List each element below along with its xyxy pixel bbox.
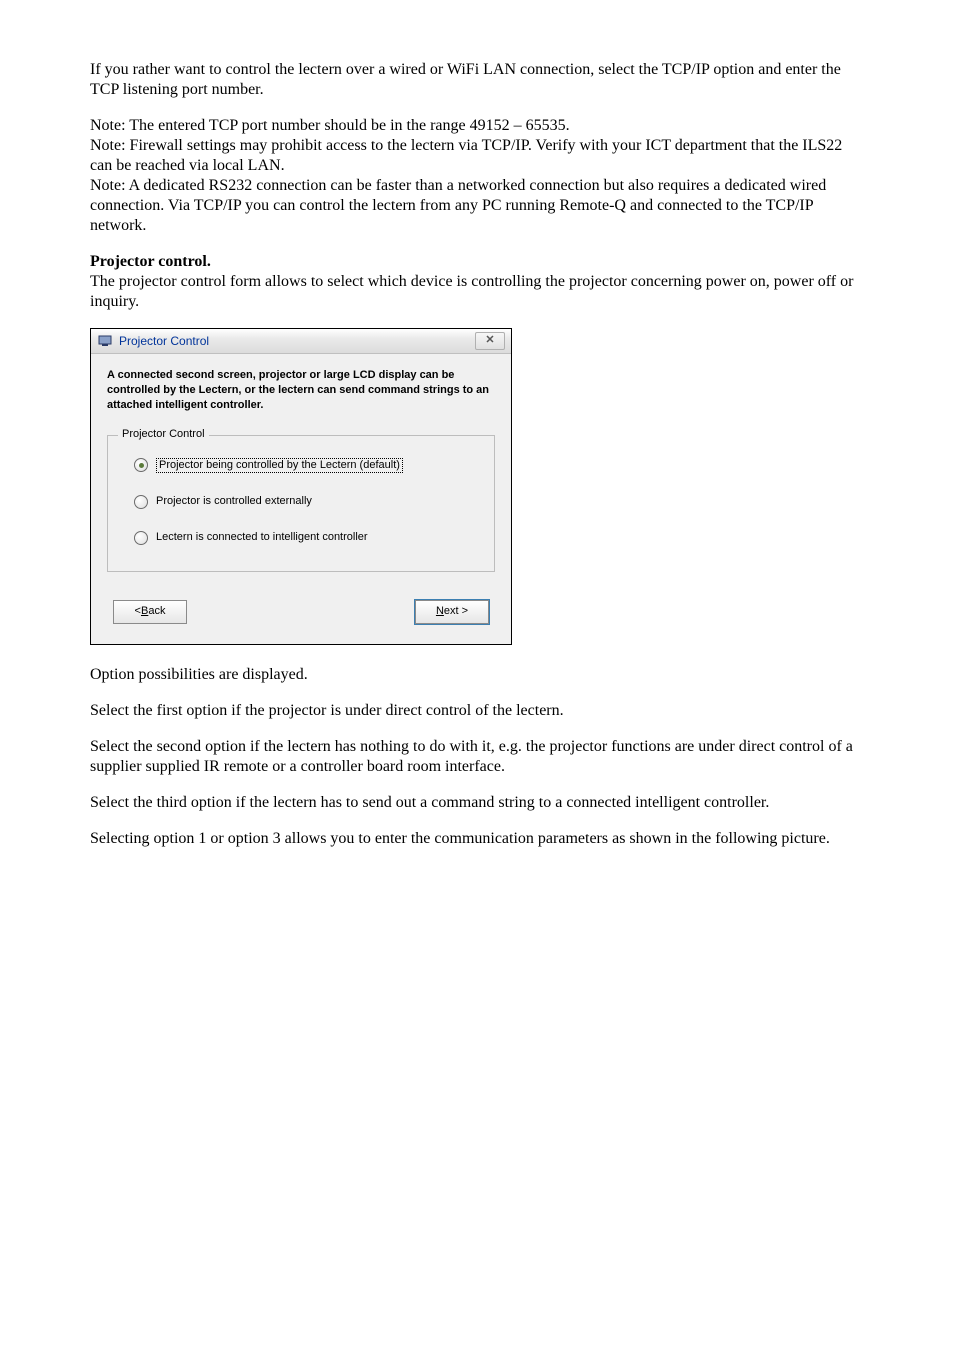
note-line: Note: A dedicated RS232 connection can b…	[90, 176, 864, 236]
paragraph: Select the first option if the projector…	[90, 701, 864, 721]
mnemonic: B	[141, 605, 148, 619]
radio-label: Lectern is connected to intelligent cont…	[156, 531, 368, 545]
radio-option-controlled-externally[interactable]: Projector is controlled externally	[134, 495, 476, 509]
radio-option-intelligent-controller[interactable]: Lectern is connected to intelligent cont…	[134, 531, 476, 545]
note-line: Note: The entered TCP port number should…	[90, 116, 864, 136]
radio-indicator-icon	[134, 531, 148, 545]
paragraph: Selecting option 1 or option 3 allows yo…	[90, 829, 864, 849]
dialog-title: Projector Control	[119, 334, 209, 349]
mnemonic: N	[436, 605, 444, 619]
back-button[interactable]: < Back	[113, 600, 187, 624]
radio-label: Projector is controlled externally	[156, 495, 312, 509]
paragraph: Select the third option if the lectern h…	[90, 793, 864, 813]
paragraph: Select the second option if the lectern …	[90, 737, 864, 777]
next-button[interactable]: Next >	[415, 600, 489, 624]
note-line: Note: Firewall settings may prohibit acc…	[90, 136, 864, 176]
dialog-titlebar: Projector Control ✕	[91, 329, 511, 354]
paragraph: The projector control form allows to sel…	[90, 272, 864, 312]
paragraph: Option possibilities are displayed.	[90, 665, 864, 685]
radio-option-lectern-default[interactable]: Projector being controlled by the Lecter…	[134, 458, 476, 474]
button-text: ext >	[444, 605, 468, 619]
projector-control-dialog: Projector Control ✕ A connected second s…	[90, 328, 512, 645]
projector-control-groupbox: Projector Control Projector being contro…	[107, 435, 495, 573]
button-text: ack	[148, 605, 165, 619]
paragraph: If you rather want to control the lecter…	[90, 60, 864, 100]
close-button[interactable]: ✕	[475, 332, 505, 350]
app-icon	[97, 333, 113, 349]
section-heading-projector-control: Projector control.	[90, 252, 864, 272]
dialog-description: A connected second screen, projector or …	[107, 368, 495, 413]
radio-indicator-icon	[134, 458, 148, 472]
radio-label: Projector being controlled by the Lecter…	[156, 458, 403, 474]
radio-indicator-icon	[134, 495, 148, 509]
groupbox-legend: Projector Control	[118, 428, 209, 442]
